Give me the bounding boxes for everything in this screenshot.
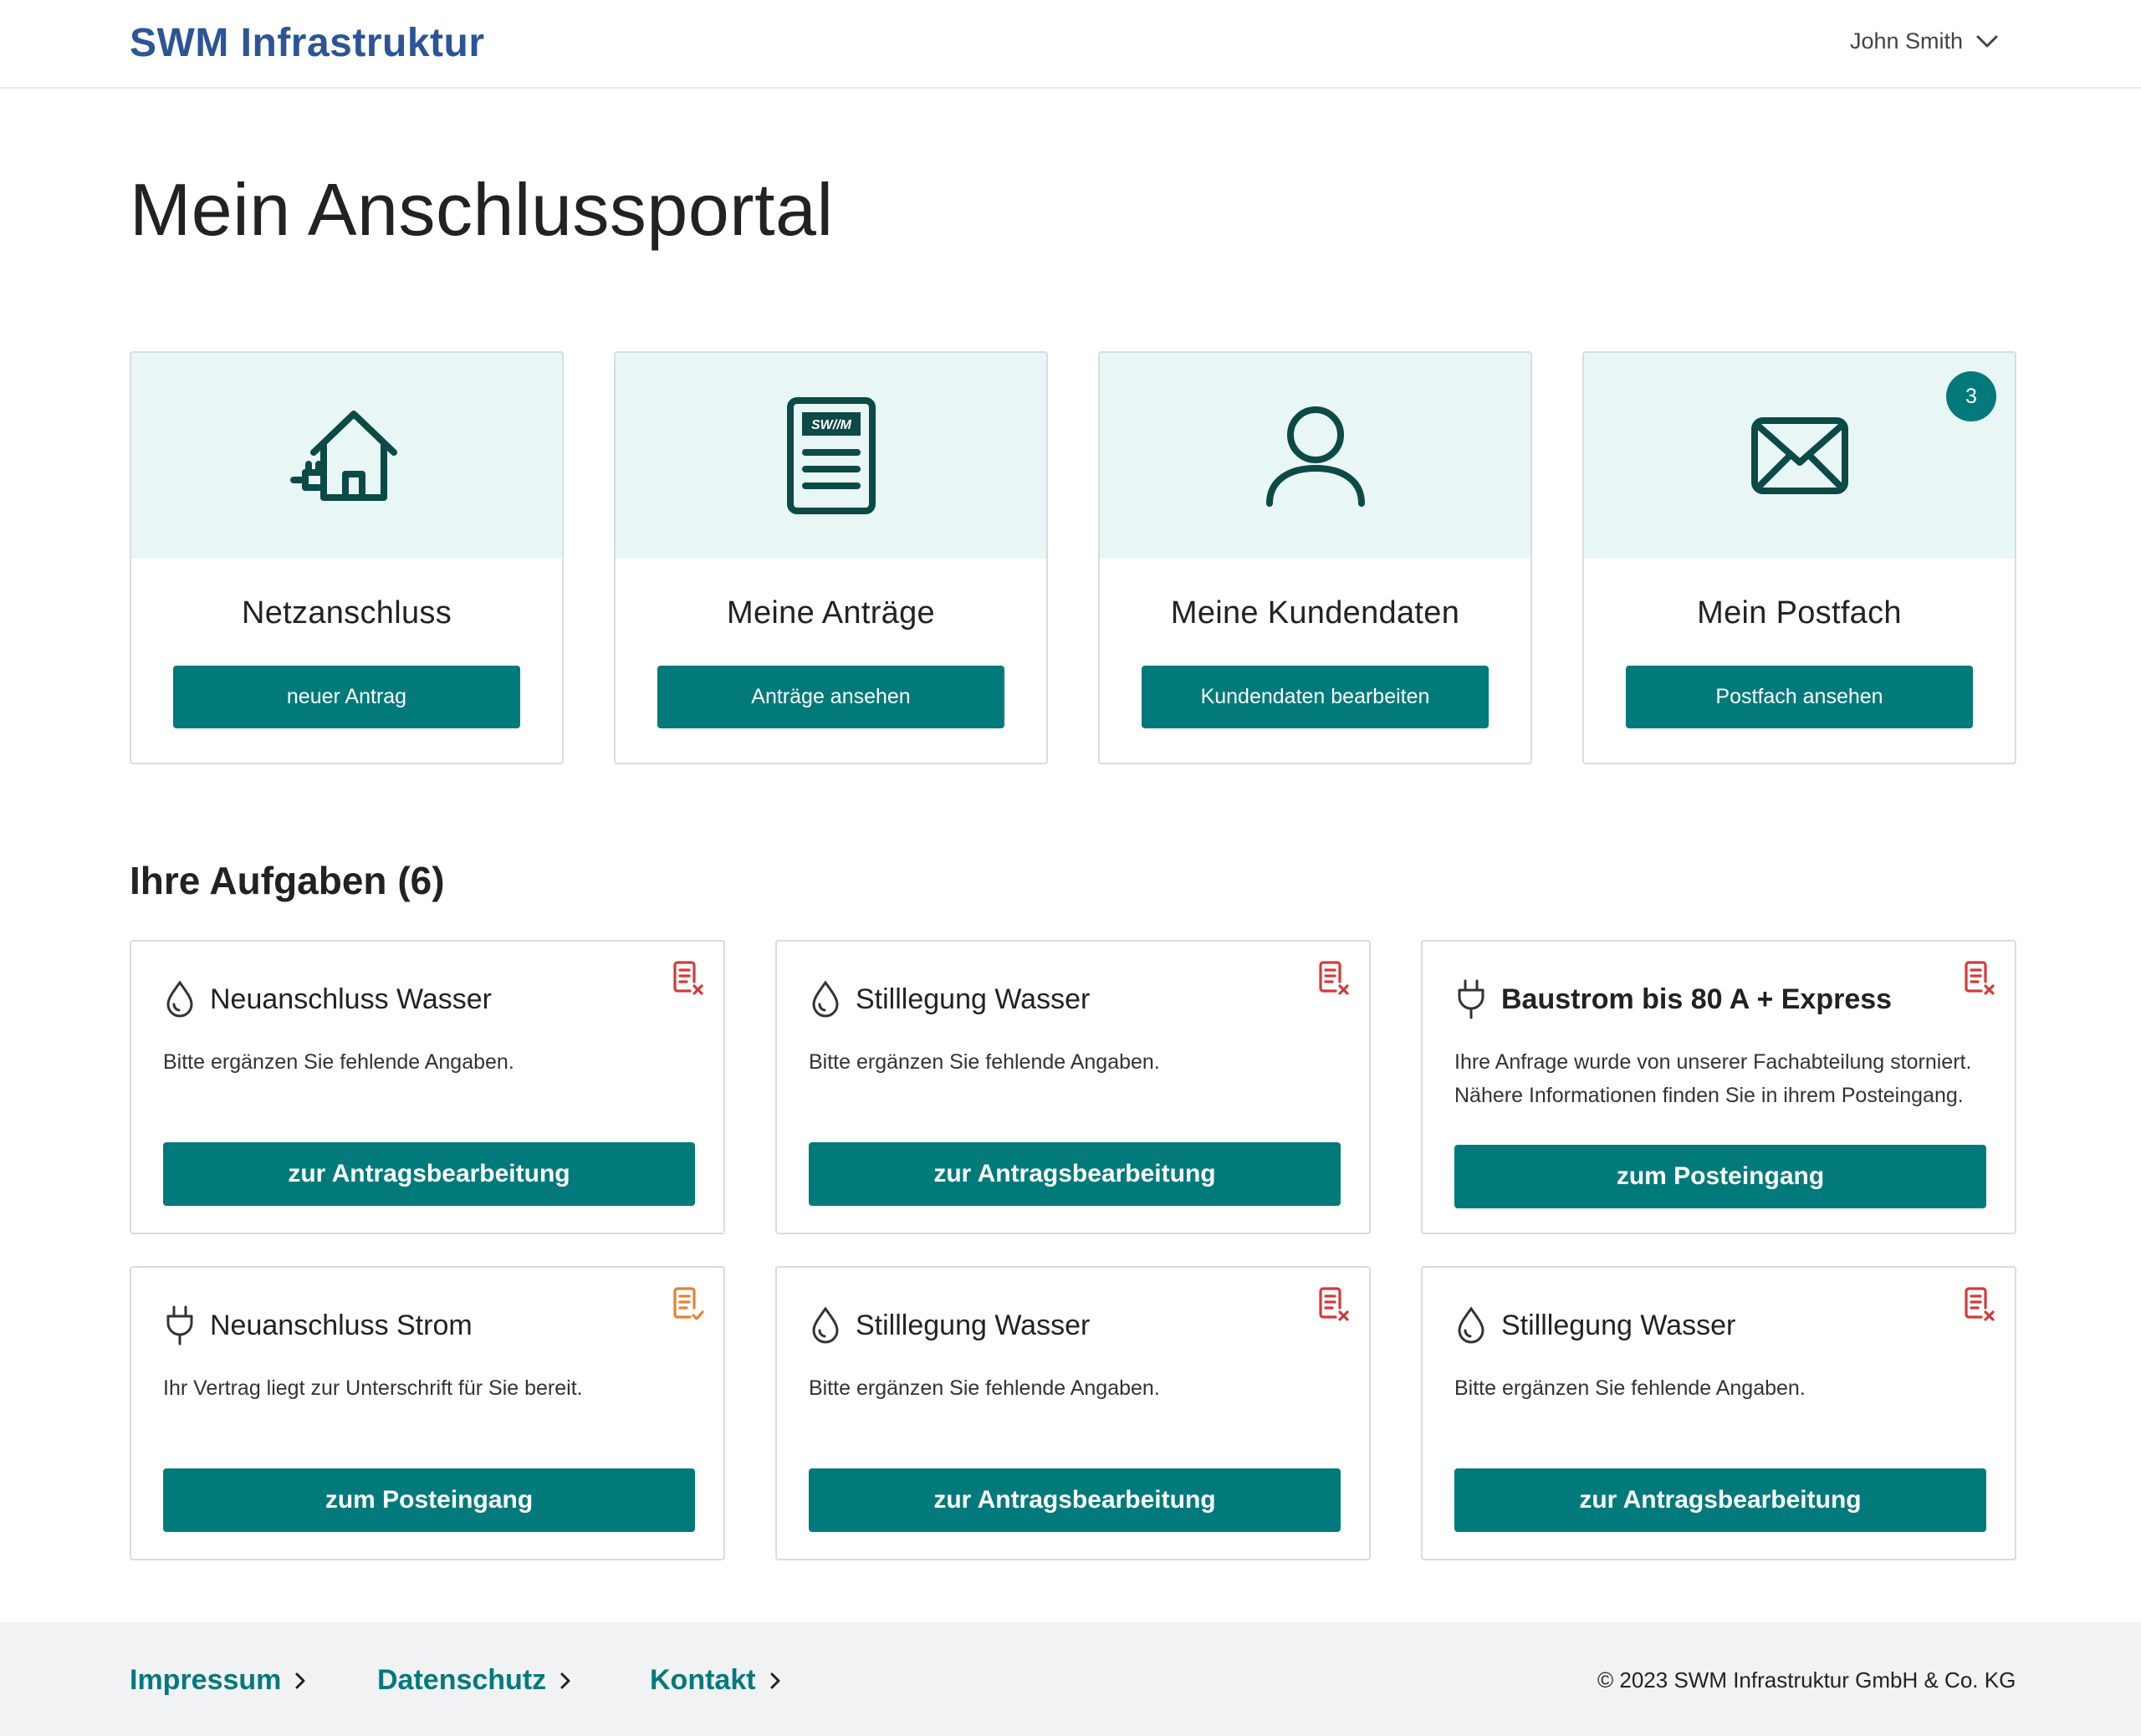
unread-count-badge: 3 [1946, 371, 1996, 421]
footer-link-datenschutz[interactable]: Datenschutz [377, 1664, 571, 1697]
tile-icon-area [1100, 353, 1530, 559]
tile-icon-area: 3 [1584, 353, 2015, 559]
footer-link-kontakt[interactable]: Kontakt [650, 1664, 781, 1697]
tile-antraege: SW//M Meine Anträge Anträge ansehen [614, 351, 1048, 764]
person-icon [1265, 406, 1365, 507]
chevron-right-icon [770, 1672, 780, 1688]
task-title: Stilllegung Wasser [856, 983, 1091, 1015]
task-card: Stilllegung Wasser Bitte ergänzen Sie fe… [1421, 1266, 2016, 1560]
edit-application-button[interactable]: zur Antragsbearbeitung [1454, 1468, 1986, 1532]
document-icon: SW//M [786, 397, 876, 514]
edit-application-button[interactable]: zur Antragsbearbeitung [809, 1468, 1341, 1532]
footer-link-impressum[interactable]: Impressum [130, 1664, 306, 1697]
task-title: Neuanschluss Wasser [210, 983, 492, 1015]
user-menu[interactable]: John Smith [1850, 28, 1998, 54]
document-label: SW//M [811, 418, 852, 432]
house-plug-icon [289, 411, 397, 501]
tile-postfach: 3 Mein Postfach Postfach ansehen [1582, 351, 2016, 764]
header: SWM Infrastruktur John Smith [0, 0, 2141, 89]
edit-application-button[interactable]: zur Antragsbearbeitung [809, 1142, 1341, 1206]
tile-icon-area [131, 353, 562, 559]
to-inbox-button[interactable]: zum Posteingang [163, 1468, 695, 1532]
plug-icon [1453, 978, 1490, 1020]
document-error-icon [1965, 961, 1995, 995]
document-error-icon [1965, 1287, 1995, 1321]
task-description-line: Ihre Anfrage wurde von unserer Fachabtei… [1454, 1050, 1972, 1074]
task-title: Neuanschluss Strom [210, 1309, 473, 1341]
tile-title: Mein Postfach [1697, 595, 1902, 631]
task-card: Stilllegung Wasser Bitte ergänzen Sie fe… [775, 940, 1371, 1234]
tile-title: Meine Anträge [727, 595, 935, 631]
chevron-down-icon [1976, 35, 1998, 47]
tile-title: Netzanschluss [241, 595, 452, 631]
chevron-right-icon [295, 1672, 305, 1688]
document-error-icon [673, 961, 703, 995]
view-mailbox-button[interactable]: Postfach ansehen [1626, 666, 1973, 728]
document-error-icon [1319, 1287, 1349, 1321]
envelope-icon [1750, 417, 1848, 494]
tile-title: Meine Kundendaten [1170, 595, 1460, 631]
tile-icon-area: SW//M [616, 353, 1046, 559]
task-description: Ihr Vertrag liegt zur Unterschrift für S… [163, 1376, 583, 1400]
chevron-right-icon [560, 1672, 570, 1688]
water-drop-icon [807, 978, 844, 1020]
tile-kundendaten: Meine Kundendaten Kundendaten bearbeiten [1098, 351, 1532, 764]
task-description: Bitte ergänzen Sie fehlende Angaben. [163, 1050, 514, 1074]
new-application-button[interactable]: neuer Antrag [173, 666, 520, 728]
edit-customer-data-button[interactable]: Kundendaten bearbeiten [1142, 666, 1489, 728]
edit-application-button[interactable]: zur Antragsbearbeitung [163, 1142, 695, 1206]
task-description: Bitte ergänzen Sie fehlende Angaben. [1454, 1376, 1806, 1400]
task-card: Baustrom bis 80 A + Express Ihre Anfrage… [1421, 940, 2016, 1234]
tasks-section-title: Ihre Aufgaben (6) [130, 859, 445, 902]
document-check-icon [673, 1287, 704, 1320]
tile-netzanschluss: Netzanschluss neuer Antrag [130, 351, 564, 764]
footer: Impressum Datenschutz Kontakt © 2023 SWM… [0, 1622, 2141, 1736]
task-card: Neuanschluss Strom Ihr Vertrag liegt zur… [130, 1266, 725, 1560]
page-title: Mein Anschlussportal [130, 168, 834, 251]
footer-link-label: Impressum [130, 1664, 282, 1696]
task-description: Bitte ergänzen Sie fehlende Angaben. [809, 1376, 1160, 1400]
task-card: Neuanschluss Wasser Bitte ergänzen Sie f… [130, 940, 725, 1234]
footer-link-label: Datenschutz [377, 1664, 547, 1696]
water-drop-icon [161, 978, 198, 1020]
task-title: Stilllegung Wasser [1501, 1309, 1736, 1341]
footer-link-label: Kontakt [650, 1664, 756, 1696]
to-inbox-button[interactable]: zum Posteingang [1454, 1145, 1986, 1208]
task-description-line: Nähere Informationen finden Sie in ihrem… [1454, 1084, 1964, 1107]
document-error-icon [1319, 961, 1349, 995]
water-drop-icon [807, 1305, 844, 1346]
logo[interactable]: SWM Infrastruktur [130, 20, 485, 66]
view-applications-button[interactable]: Anträge ansehen [657, 666, 1004, 728]
copyright: © 2023 SWM Infrastruktur GmbH & Co. KG [1597, 1667, 2016, 1693]
task-title: Baustrom bis 80 A + Express [1501, 983, 1893, 1015]
task-description: Bitte ergänzen Sie fehlende Angaben. [809, 1050, 1160, 1074]
plug-icon [161, 1305, 198, 1346]
user-name: John Smith [1850, 28, 1964, 54]
water-drop-icon [1453, 1305, 1490, 1346]
task-title: Stilllegung Wasser [856, 1309, 1091, 1341]
task-description: Ihre Anfrage wurde von unserer Fachabtei… [1454, 1045, 1998, 1112]
task-card: Stilllegung Wasser Bitte ergänzen Sie fe… [775, 1266, 1371, 1560]
